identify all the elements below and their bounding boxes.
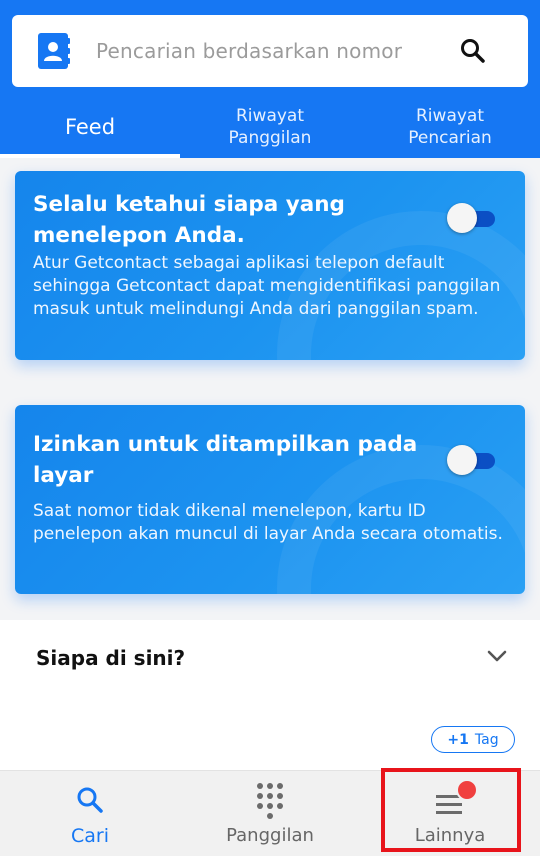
tab-bar: Feed Riwayat Panggilan Riwayat Pencarian — [0, 95, 540, 158]
search-icon[interactable] — [459, 37, 487, 65]
default-dialer-card[interactable]: Selalu ketahui siapa yang menelepon Anda… — [15, 171, 525, 360]
toggle-knob — [447, 203, 477, 233]
tab-call-history[interactable]: Riwayat Panggilan — [180, 95, 360, 158]
card-description: Atur Getcontact sebagai aplikasi telepon… — [33, 253, 501, 319]
card-title: Selalu ketahui siapa yang menelepon Anda… — [33, 192, 345, 248]
search-icon — [77, 787, 103, 813]
nav-label: Panggilan — [226, 825, 314, 846]
section-title[interactable]: Siapa di sini? — [36, 646, 185, 670]
default-dialer-toggle[interactable] — [447, 203, 497, 233]
active-tab-indicator — [0, 154, 180, 158]
toggle-knob — [447, 445, 477, 475]
search-input[interactable]: Pencarian berdasarkan nomor — [96, 15, 402, 87]
highlight-box — [381, 768, 521, 852]
header: Pencarian berdasarkan nomor Feed Riwayat… — [0, 0, 540, 158]
tab-label-line1: Riwayat — [416, 105, 484, 126]
overlay-permission-toggle[interactable] — [447, 445, 497, 475]
tab-label-line2: Pencarian — [408, 127, 492, 148]
tab-label-line1: Riwayat — [236, 105, 304, 126]
nav-label: Cari — [71, 825, 109, 847]
tab-label: Feed — [64, 114, 116, 139]
contacts-book-icon[interactable] — [38, 33, 70, 69]
tag-label: Tag — [474, 731, 499, 748]
nav-calls[interactable]: Panggilan — [180, 771, 360, 856]
card-description: Saat nomor tidak dikenal menelepon, kart… — [33, 501, 503, 544]
card-title: Izinkan untuk ditampilkan pada layar — [33, 432, 418, 488]
tab-label-line2: Panggilan — [228, 127, 312, 148]
who-here-section: Siapa di sini? +1 Tag — [0, 620, 540, 770]
chevron-down-icon[interactable] — [486, 648, 508, 664]
nav-search[interactable]: Cari — [0, 771, 180, 856]
tag-button[interactable]: +1 Tag — [431, 726, 515, 753]
tab-feed[interactable]: Feed — [0, 95, 180, 158]
overlay-permission-card[interactable]: Izinkan untuk ditampilkan pada layar Saa… — [15, 405, 525, 594]
tag-count: +1 — [447, 731, 469, 748]
search-bar[interactable]: Pencarian berdasarkan nomor — [12, 15, 528, 87]
tab-search-history[interactable]: Riwayat Pencarian — [360, 95, 540, 158]
dialpad-icon — [257, 783, 283, 819]
